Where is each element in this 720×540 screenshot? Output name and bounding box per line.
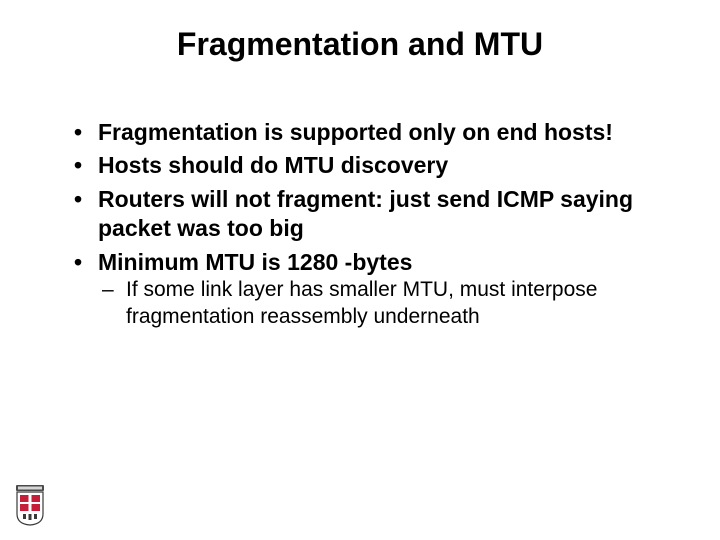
slide-body: Fragmentation is supported only on end h… <box>68 118 668 335</box>
bullet-list: Fragmentation is supported only on end h… <box>68 118 668 331</box>
sub-bullet-item: If some link layer has smaller MTU, must… <box>98 277 668 331</box>
bullet-text: Minimum MTU is 1280 -bytes <box>98 249 412 275</box>
university-shield-logo-icon <box>14 484 46 526</box>
bullet-item: Hosts should do MTU discovery <box>68 151 668 180</box>
bullet-item: Routers will not fragment: just send ICM… <box>68 185 668 244</box>
bullet-item: Minimum MTU is 1280 -bytes If some link … <box>68 248 668 331</box>
slide: Fragmentation and MTU Fragmentation is s… <box>0 0 720 540</box>
bullet-item: Fragmentation is supported only on end h… <box>68 118 668 147</box>
slide-title: Fragmentation and MTU <box>0 26 720 63</box>
sub-bullet-list: If some link layer has smaller MTU, must… <box>98 277 668 331</box>
